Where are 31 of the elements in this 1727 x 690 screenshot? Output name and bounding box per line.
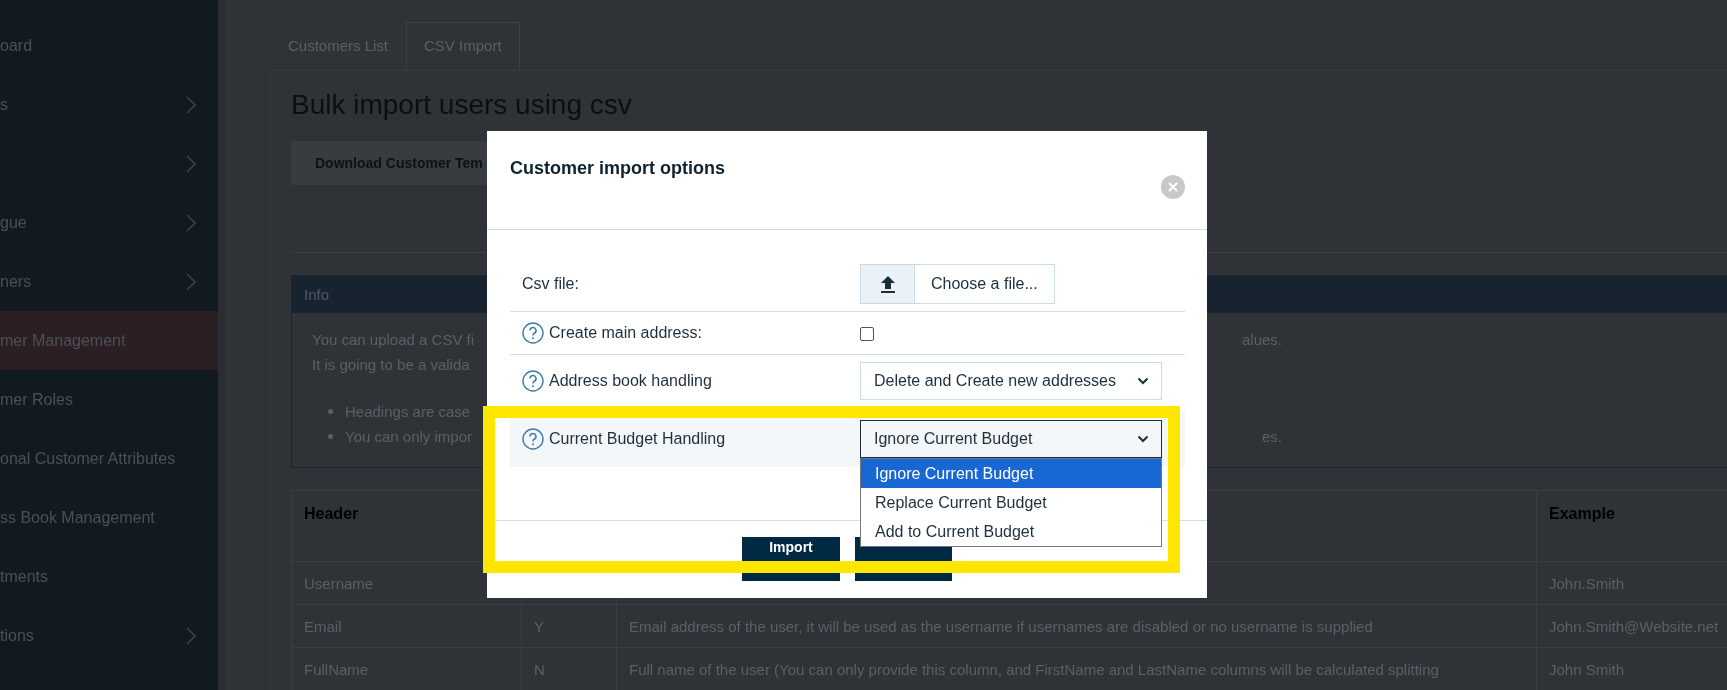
dropdown-option[interactable]: Replace Current Budget [861, 488, 1161, 517]
caret-icon [1137, 377, 1149, 385]
help-icon[interactable] [522, 322, 544, 344]
sidebar-item[interactable]: gue [0, 193, 218, 252]
dropdown-option[interactable]: Add to Current Budget [861, 517, 1161, 546]
modal-title: Customer import options [510, 158, 725, 179]
help-icon[interactable] [522, 370, 544, 392]
sidebar-item[interactable]: tions [0, 606, 218, 665]
field-label: Create main address: [549, 324, 702, 342]
checkbox[interactable] [860, 326, 874, 341]
select-field[interactable]: Ignore Current Budget [860, 420, 1162, 458]
chevron-right-icon [186, 95, 196, 114]
sidebar-item[interactable]: s [0, 75, 218, 134]
sidebar-item[interactable]: mer Roles [0, 370, 218, 429]
chevron-right-icon [186, 154, 196, 173]
caret-icon [1137, 435, 1149, 443]
help-icon[interactable] [522, 428, 544, 450]
chevron-right-icon [186, 626, 196, 645]
upload-icon[interactable] [861, 264, 915, 303]
select-field[interactable]: Delete and Create new addresses [860, 362, 1162, 400]
field-label: Address book handling [549, 372, 712, 390]
sidebar-item[interactable]: tments [0, 547, 218, 606]
dropdown-option[interactable]: Ignore Current Budget [861, 459, 1161, 488]
chevron-right-icon [186, 272, 196, 291]
sidebar-item[interactable]: onal Customer Attributes [0, 429, 218, 488]
sidebar-item[interactable]: ners [0, 252, 218, 311]
chevron-right-icon [186, 213, 196, 232]
field-label: Csv file: [522, 274, 579, 293]
sidebar-item[interactable]: ss Book Management [0, 488, 218, 547]
sidebar-item[interactable]: oard [0, 16, 218, 75]
field-label: Current Budget Handling [549, 430, 726, 448]
